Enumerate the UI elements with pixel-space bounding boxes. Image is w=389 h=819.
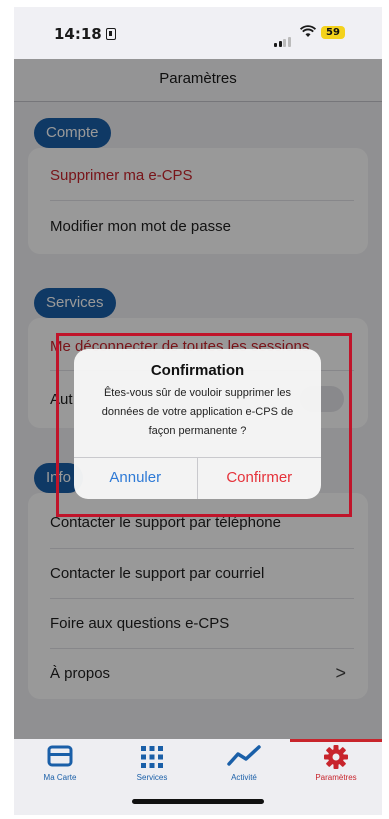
signal-icon [274,29,292,47]
tab-activite[interactable]: Activité [198,739,290,799]
tab-label: Activité [231,773,257,782]
tab-ma-carte[interactable]: Ma Carte [14,739,106,799]
tab-label: Paramètres [315,773,357,782]
tab-services[interactable]: Services [106,739,198,799]
tab-label: Ma Carte [43,773,77,782]
grid-icon [140,745,164,774]
status-time: 14:18 [54,25,116,43]
battery-icon: 59 [321,26,345,39]
tab-label: Services [136,773,168,782]
phone-screen: 14:18 59 Paramètres Compte Supprimer ma … [14,7,382,815]
tab-parametres[interactable]: Paramètres [290,739,382,799]
home-indicator [132,799,264,804]
gear-icon [324,745,348,774]
highlight-box [56,333,352,517]
status-bar: 14:18 59 [14,7,382,59]
wifi-icon [299,24,317,42]
card-icon [47,745,73,772]
activity-icon [227,745,261,772]
sim-icon [105,28,116,40]
